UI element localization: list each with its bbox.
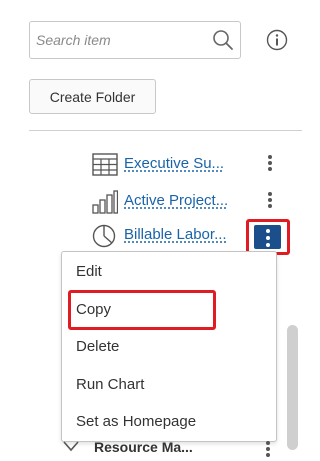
report-link[interactable]: Active Project...	[124, 192, 228, 209]
folder-label: Resource Ma...	[94, 439, 193, 455]
divider	[29, 130, 302, 131]
menu-item-copy[interactable]: Copy	[76, 301, 111, 318]
search-box	[29, 21, 241, 59]
report-row: Active Project...	[92, 190, 302, 214]
report-explorer-panel: Create Folder Executive Su... Active Pro…	[0, 0, 302, 461]
search-input[interactable]	[36, 22, 211, 58]
menu-item-run-chart[interactable]: Run Chart	[76, 376, 144, 393]
menu-item-set-as-homepage[interactable]: Set as Homepage	[76, 413, 196, 430]
more-options-icon[interactable]	[254, 225, 281, 249]
menu-item-edit[interactable]: Edit	[76, 263, 102, 280]
folder-row[interactable]: Resource Ma...	[62, 437, 302, 461]
report-link[interactable]: Billable Labor...	[124, 226, 227, 243]
more-options-icon[interactable]	[263, 439, 273, 461]
report-link[interactable]: Executive Su...	[124, 155, 224, 172]
more-options-icon[interactable]	[265, 153, 275, 177]
info-icon[interactable]	[266, 29, 288, 51]
create-folder-button[interactable]: Create Folder	[29, 79, 156, 114]
bar-chart-report-icon	[92, 190, 118, 214]
table-report-icon	[92, 153, 118, 176]
scrollbar[interactable]	[287, 325, 298, 450]
pie-chart-report-icon	[92, 224, 116, 248]
chevron-down-icon[interactable]	[62, 439, 80, 453]
active-more-options-highlight	[246, 219, 290, 255]
report-row: Executive Su...	[92, 153, 302, 177]
more-options-icon[interactable]	[265, 190, 275, 214]
menu-item-delete[interactable]: Delete	[76, 338, 119, 355]
context-menu: Edit Copy Delete Run Chart Set as Homepa…	[61, 251, 277, 442]
search-icon[interactable]	[212, 29, 234, 51]
